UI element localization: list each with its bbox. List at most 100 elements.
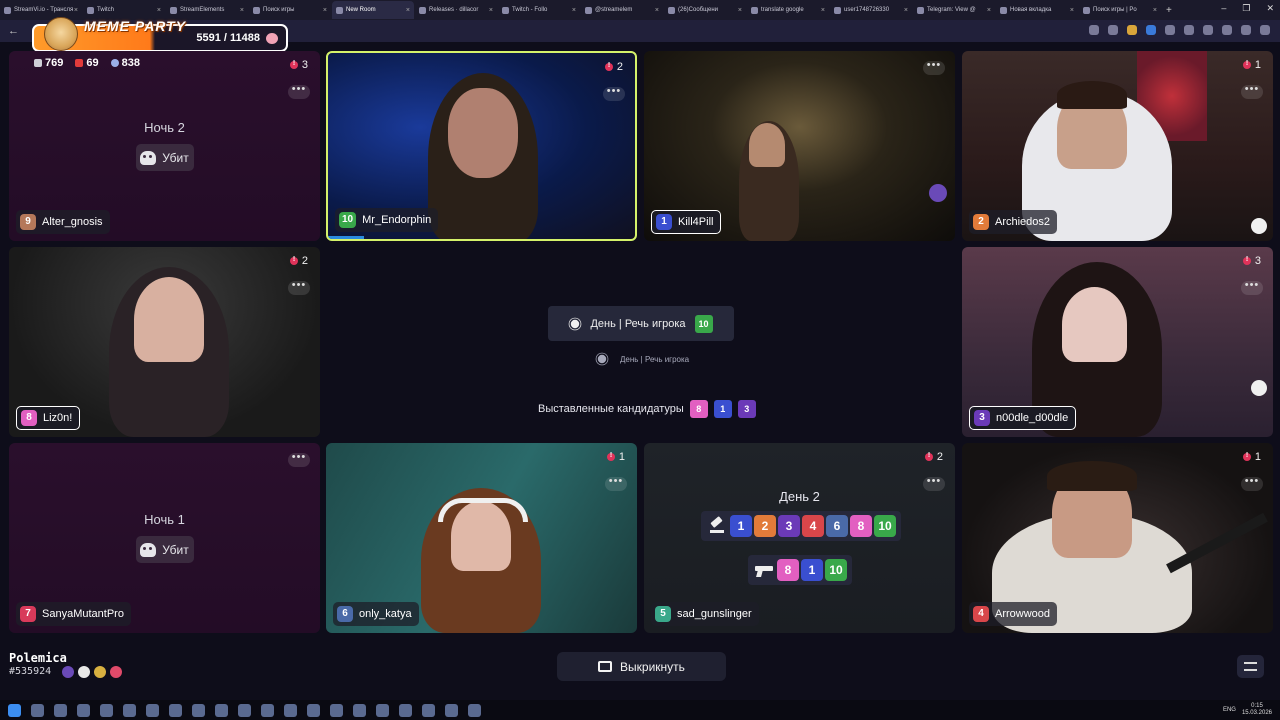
chat-count: 769 <box>45 57 64 69</box>
warning-badge: 2 <box>604 61 623 73</box>
warning-icon <box>1242 256 1251 265</box>
language-indicator[interactable]: ENG <box>1223 707 1236 713</box>
close-tab-icon[interactable]: × <box>157 7 161 14</box>
windows-icon[interactable] <box>8 703 21 717</box>
browser-tab[interactable]: StreamElements × <box>166 1 248 19</box>
browser-tab[interactable]: Releases · dillacor × <box>415 1 497 19</box>
browser-tab[interactable]: user1748726330 × <box>830 1 912 19</box>
extensions-puzzle-icon[interactable] <box>1222 25 1232 35</box>
browser-tab[interactable]: @streamelem × <box>581 1 663 19</box>
clock-time: 0:15 <box>1251 703 1263 709</box>
more-dots-icon[interactable]: ••• <box>603 86 625 101</box>
browser-tab[interactable]: (26)Сообщени × <box>664 1 746 19</box>
taskbar-app[interactable] <box>146 703 159 717</box>
player-nameplate: 4 Arrowwood <box>969 602 1058 626</box>
taskbar-app[interactable] <box>330 703 343 717</box>
close-tab-icon[interactable]: × <box>323 7 327 14</box>
browser-tab[interactable]: StreamVi.io - Трансля × <box>0 1 82 19</box>
taskbar-app[interactable] <box>468 703 481 717</box>
heart-icon <box>110 666 122 678</box>
settings-button[interactable] <box>1237 655 1264 678</box>
vote-row: 1 2 3 4 6 8 10 <box>701 511 901 541</box>
taskbar-app[interactable] <box>261 703 274 717</box>
clock[interactable]: 0:15 15.03.2026 <box>1242 703 1272 717</box>
warning-icon <box>604 62 613 71</box>
extension-icon[interactable] <box>1203 25 1213 35</box>
close-tab-icon[interactable]: × <box>572 7 576 14</box>
close-tab-icon[interactable]: × <box>240 7 244 14</box>
extension-icon[interactable] <box>1184 25 1194 35</box>
player-tile-6: 1 ••• 6 only_katya <box>326 443 637 633</box>
minimize-icon[interactable]: – <box>1221 3 1226 14</box>
player-nameplate: 1 Kill4Pill <box>651 210 722 234</box>
taskbar-app[interactable] <box>376 703 389 717</box>
browser-tab[interactable]: Twitch - Follo × <box>498 1 580 19</box>
taskbar-app[interactable] <box>238 703 251 717</box>
warning-badge: 1 <box>1242 59 1261 71</box>
more-dots-icon[interactable]: ••• <box>605 476 627 491</box>
warning-icon <box>289 60 298 69</box>
close-tab-icon[interactable]: × <box>1153 7 1157 14</box>
tab-favicon-icon <box>1083 6 1090 14</box>
taskbar-app[interactable] <box>100 703 113 717</box>
new-tab-button[interactable]: + <box>1166 5 1172 16</box>
taskbar-app[interactable] <box>77 703 90 717</box>
more-dots-icon[interactable]: ••• <box>288 452 310 467</box>
taskbar-app[interactable] <box>399 703 412 717</box>
browser-tab[interactable]: Новая вкладка × <box>996 1 1078 19</box>
more-dots-icon[interactable]: ••• <box>1241 476 1263 491</box>
close-tab-icon[interactable]: × <box>406 7 410 14</box>
taskbar-app[interactable] <box>123 703 136 717</box>
more-dots-icon[interactable]: ••• <box>288 280 310 295</box>
close-tab-icon[interactable]: × <box>655 7 659 14</box>
taskbar-app[interactable] <box>307 703 320 717</box>
more-dots-icon[interactable]: ••• <box>1241 84 1263 99</box>
taskbar-app[interactable] <box>192 703 205 717</box>
close-tab-icon[interactable]: × <box>821 7 825 14</box>
shot-chip: 1 <box>801 559 823 581</box>
app-root: StreamVi.io - Трансля × Twitch × StreamEleme… <box>0 0 1280 720</box>
taskbar-app[interactable] <box>284 703 297 717</box>
browser-tab[interactable]: Twitch × <box>83 1 165 19</box>
player-number: 2 <box>973 214 989 230</box>
player-nameplate: 5 sad_gunslinger <box>651 602 759 626</box>
close-tab-icon[interactable]: × <box>1070 7 1074 14</box>
shout-button[interactable]: Выкрикнуть <box>557 652 726 681</box>
profile-avatar[interactable] <box>1241 25 1251 35</box>
close-tab-icon[interactable]: × <box>74 7 78 14</box>
taskbar-app[interactable] <box>54 703 67 717</box>
star-icon[interactable] <box>1089 25 1099 35</box>
browser-tab[interactable]: Поиск игры × <box>249 1 331 19</box>
player-name: Mr_Endorphin <box>362 214 432 226</box>
player-number: 3 <box>974 410 990 426</box>
day-label: День 2 <box>779 489 820 504</box>
close-tab-icon[interactable]: × <box>987 7 991 14</box>
back-arrow-icon[interactable]: ← <box>8 25 19 37</box>
taskbar-app[interactable] <box>169 703 182 717</box>
search-icon[interactable] <box>31 703 44 717</box>
close-tab-icon[interactable]: × <box>738 7 742 14</box>
extension-icon[interactable] <box>1146 25 1156 35</box>
extension-icon[interactable] <box>1127 25 1137 35</box>
player-nameplate: 7 SanyaMutantPro <box>16 602 131 626</box>
browser-tab[interactable]: translate google × <box>747 1 829 19</box>
browser-menu-icon[interactable] <box>1260 25 1270 35</box>
cast-icon[interactable] <box>1108 25 1118 35</box>
taskbar-app[interactable] <box>422 703 435 717</box>
close-tab-icon[interactable]: × <box>904 7 908 14</box>
close-icon[interactable]: ✕ <box>1266 3 1274 14</box>
browser-tab[interactable]: Поиск игры | Po × <box>1079 1 1161 19</box>
extension-icon[interactable] <box>1165 25 1175 35</box>
more-dots-icon[interactable]: ••• <box>1241 280 1263 295</box>
taskbar-app[interactable] <box>445 703 458 717</box>
taskbar-app[interactable] <box>353 703 366 717</box>
close-tab-icon[interactable]: × <box>489 7 493 14</box>
more-dots-icon[interactable]: ••• <box>923 60 945 75</box>
more-dots-icon[interactable]: ••• <box>288 84 310 99</box>
maximize-icon[interactable]: ❐ <box>1242 3 1250 14</box>
meme-party-overlay: MEME PARTY 5591 / 11488 <box>32 17 288 52</box>
taskbar-app[interactable] <box>215 703 228 717</box>
browser-tab[interactable]: Telegram: View @ × <box>913 1 995 19</box>
browser-tab[interactable]: New Room × <box>332 1 414 19</box>
system-tray: ENG 0:15 15.03.2026 <box>1223 703 1272 717</box>
